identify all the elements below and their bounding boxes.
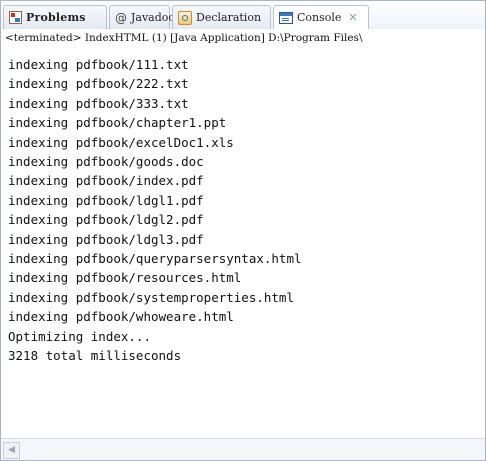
tab-console[interactable]: Console ✕ <box>273 5 369 29</box>
problems-icon <box>9 11 22 24</box>
horizontal-scrollbar[interactable]: ◀ <box>1 438 485 460</box>
tab-declaration[interactable]: Declaration <box>172 5 271 29</box>
console-line: indexing pdfbook/goods.doc <box>8 154 204 170</box>
tab-problems-label: Problems <box>26 11 86 24</box>
console-output[interactable]: indexing pdfbook/111.txt indexing pdfbook… <box>8 55 484 366</box>
tab-javadoc-label: Javadoc <box>131 11 175 24</box>
tab-problems[interactable]: Problems <box>3 5 107 29</box>
console-line: indexing pdfbook/whoweare.html <box>8 309 234 325</box>
console-line: indexing pdfbook/chapter1.ppt <box>8 115 227 131</box>
console-line: indexing pdfbook/ldgl1.pdf <box>8 192 204 208</box>
declaration-icon <box>178 10 192 25</box>
console-line: indexing pdfbook/ldgl2.pdf <box>8 212 204 228</box>
tab-javadoc[interactable]: @ Javadoc <box>109 5 175 29</box>
console-line: indexing pdfbook/222.txt <box>8 76 189 92</box>
console-line: 3218 total milliseconds <box>8 348 182 364</box>
view-tab-bar: Problems @ Javadoc Declaration Console ✕ <box>1 1 485 30</box>
console-icon <box>279 11 293 24</box>
tab-console-label: Console <box>297 11 342 24</box>
console-line: indexing pdfbook/333.txt <box>8 95 189 111</box>
console-line: indexing pdfbook/111.txt <box>8 57 189 72</box>
process-status: <terminated> IndexHTML (1) [Java Applica… <box>1 29 485 47</box>
console-line: indexing pdfbook/systemproperties.html <box>8 289 294 305</box>
console-line: indexing pdfbook/queryparsersyntax.html <box>8 251 302 267</box>
tab-declaration-label: Declaration <box>196 11 262 24</box>
console-line: indexing pdfbook/excelDoc1.xls <box>8 134 234 150</box>
at-sign-icon: @ <box>115 10 127 25</box>
console-line: indexing pdfbook/index.pdf <box>8 173 204 189</box>
console-line: Optimizing index... <box>8 328 151 344</box>
console-line: indexing pdfbook/ldgl3.pdf <box>8 231 204 247</box>
console-view: Problems @ Javadoc Declaration Console ✕… <box>0 0 486 461</box>
scroll-left-button[interactable]: ◀ <box>3 442 20 459</box>
close-icon[interactable]: ✕ <box>348 12 357 23</box>
console-line: indexing pdfbook/resources.html <box>8 270 242 286</box>
